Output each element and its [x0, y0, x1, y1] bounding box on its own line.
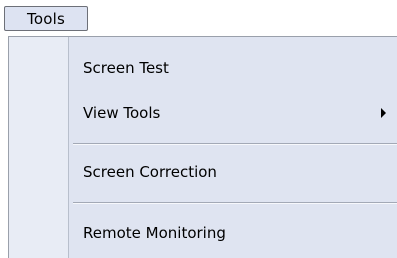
- menu-item-screen-test[interactable]: Screen Test: [83, 59, 169, 77]
- menu-item-remote-monitoring[interactable]: Remote Monitoring: [83, 224, 226, 242]
- menu-tools[interactable]: Tools: [4, 6, 88, 31]
- gutter-divider: [68, 37, 69, 258]
- menu-item-view-tools[interactable]: View Tools: [83, 104, 160, 122]
- menu-separator: [73, 202, 397, 204]
- menu-separator: [73, 143, 397, 145]
- tools-dropdown-menu: Screen Test View Tools Screen Correction…: [8, 36, 397, 258]
- menu-item-screen-correction[interactable]: Screen Correction: [83, 163, 217, 181]
- right-arrow-icon: [381, 108, 386, 118]
- icon-gutter: [9, 37, 68, 258]
